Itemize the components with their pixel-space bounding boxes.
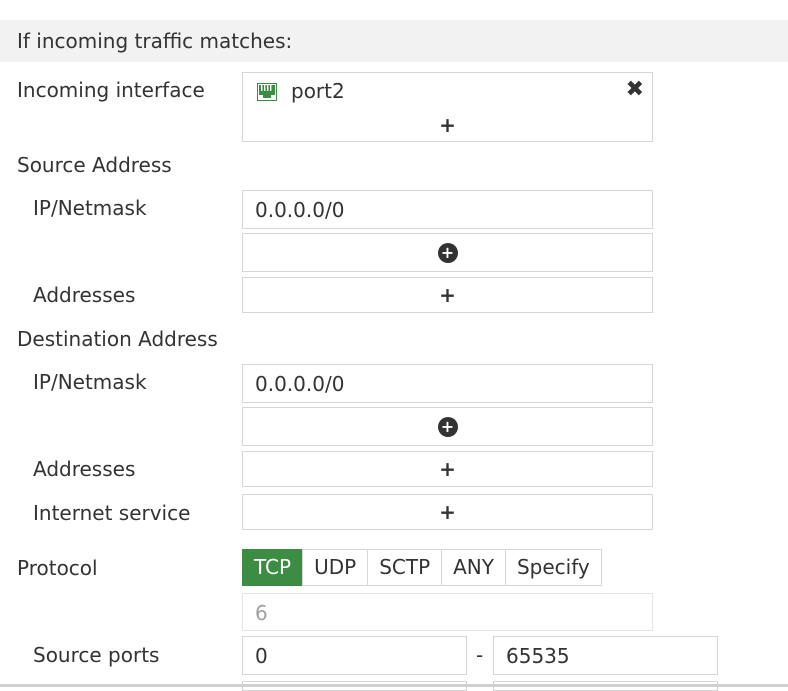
ethernet-port-icon [257,82,277,101]
protocol-sctp-button[interactable]: SCTP [367,549,443,586]
add-interface-button[interactable]: + [243,111,652,139]
protocol-label: Protocol [17,556,98,580]
protocol-any-button[interactable]: ANY [441,549,506,586]
port-range-separator: - [476,643,484,667]
source-ipnetmask-input[interactable]: 0.0.0.0/0 [242,190,653,229]
interface-entry-label: port2 [291,79,345,103]
protocol-specify-button[interactable]: Specify [504,549,602,586]
source-address-label: Source Address [17,153,172,177]
plus-icon: + [439,457,456,481]
protocol-toggle-group: TCP UDP SCTP ANY Specify [242,549,602,586]
plus-circle-icon: + [437,416,458,437]
plus-icon: + [439,500,456,524]
destination-address-label: Destination Address [17,327,218,351]
incoming-interface-label: Incoming interface [17,78,205,102]
source-addresses-add-button[interactable]: + [242,277,653,313]
protocol-tcp-button[interactable]: TCP [242,549,304,586]
source-ports-label: Source ports [33,643,160,667]
source-port-from-input[interactable]: 0 [242,636,467,675]
destination-addresses-add-button[interactable]: + [242,451,653,487]
destination-add-subnet-button[interactable]: + [242,407,653,446]
internet-service-label: Internet service [33,501,191,525]
internet-service-add-button[interactable]: + [242,494,653,530]
destination-addresses-label: Addresses [33,457,136,481]
close-icon[interactable]: ✖ [626,77,644,102]
protocol-udp-button[interactable]: UDP [302,549,369,586]
plus-circle-icon: + [437,242,458,263]
source-addresses-label: Addresses [33,283,136,307]
destination-ipnetmask-input[interactable]: 0.0.0.0/0 [242,364,653,403]
interface-entry-port2[interactable]: port2 [257,79,345,103]
incoming-interface-field[interactable]: port2 ✖ + [242,72,653,142]
protocol-number-input: 6 [242,593,653,631]
source-ipnetmask-label: IP/Netmask [33,196,147,220]
plus-icon: + [439,113,456,137]
section-header: If incoming traffic matches: [0,20,788,62]
source-add-subnet-button[interactable]: + [242,233,653,272]
plus-icon: + [439,283,456,307]
source-port-to-input[interactable]: 65535 [493,636,718,675]
destination-ipnetmask-label: IP/Netmask [33,370,147,394]
